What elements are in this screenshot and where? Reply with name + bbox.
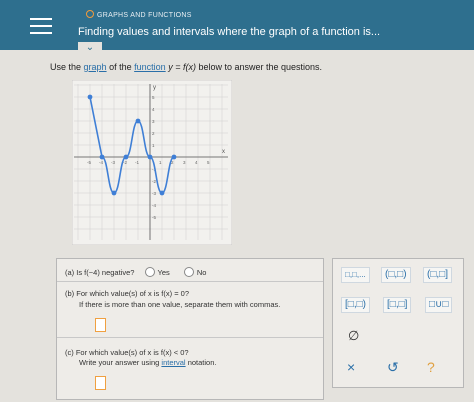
union-button[interactable]: □∪□ <box>425 297 453 313</box>
collapse-chevron-icon[interactable]: ⌄ <box>78 42 102 56</box>
curve-point <box>147 154 153 160</box>
curve-point <box>111 190 117 196</box>
interval-link[interactable]: interval <box>161 358 185 367</box>
menu-icon[interactable] <box>30 18 52 34</box>
part-a-text: Is f(−4) negative? <box>76 268 135 277</box>
open-interval-button[interactable]: (□,□) <box>381 267 411 283</box>
question-prefix: Use the <box>50 62 82 72</box>
y-axis-label: y <box>153 85 156 91</box>
x-axis-label: x <box>222 149 225 155</box>
topic-text: GRAPHS AND FUNCTIONS <box>97 12 192 19</box>
part-c-hint: Write your answer using interval notatio… <box>79 358 216 367</box>
x-tick-label: -4 <box>99 160 103 165</box>
part-c-answer-input[interactable] <box>95 376 106 390</box>
part-c-hint-prefix: Write your answer using <box>79 358 160 367</box>
part-c-question: (c) For which value(s) of x is f(x) < 0? <box>65 348 189 357</box>
page-title: Finding values and intervals where the g… <box>78 26 381 38</box>
part-b-row: (b) For which value(s) of x is f(x) = 0?… <box>57 282 323 338</box>
question-text: Use the graph of the function y = f(x) b… <box>50 62 322 72</box>
curve-point <box>87 94 93 100</box>
no-radio[interactable] <box>183 267 194 277</box>
part-a-question: (a) Is f(−4) negative? Yes No <box>65 267 206 277</box>
curve-point <box>135 118 141 124</box>
answer-panel: (a) Is f(−4) negative? Yes No (b) For wh… <box>56 258 324 400</box>
part-a-row: (a) Is f(−4) negative? Yes No <box>57 259 323 282</box>
curve-point <box>171 154 177 160</box>
help-icon[interactable]: ? <box>427 359 435 375</box>
half-open-left-button[interactable]: [□,□) <box>341 297 370 313</box>
curve-point <box>99 154 105 160</box>
question-suffix: below to answer the questions. <box>198 62 323 72</box>
status-dot-icon <box>86 10 94 18</box>
part-b-text: For which value(s) of x is f(x) = 0? <box>76 289 190 298</box>
yes-label: Yes <box>157 268 170 277</box>
yes-radio[interactable] <box>144 267 155 277</box>
part-a-label: (a) <box>65 268 75 277</box>
x-tick-label: -1 <box>135 160 139 165</box>
part-b-hint: If there is more than one value, separat… <box>79 300 281 309</box>
y-tick-label: -2 <box>152 179 156 184</box>
graph-link[interactable]: graph <box>84 62 107 72</box>
x-tick-label: -3 <box>111 160 115 165</box>
function-link[interactable]: function <box>134 62 166 72</box>
header-bar: GRAPHS AND FUNCTIONS Finding values and … <box>0 0 474 50</box>
part-c-label: (c) <box>65 348 74 357</box>
part-b-answer-input[interactable] <box>95 318 106 332</box>
empty-set-button[interactable]: ∅ <box>345 329 362 343</box>
y-tick-label: -3 <box>152 191 156 196</box>
no-option[interactable]: No <box>183 267 207 277</box>
list-tool-button[interactable]: □,□,... <box>341 267 370 283</box>
curve-point <box>159 190 165 196</box>
topic-label: GRAPHS AND FUNCTIONS <box>86 10 192 19</box>
curve-point <box>123 154 129 160</box>
undo-icon[interactable]: ↺ <box>387 359 399 376</box>
function-formula: y = f(x) <box>168 62 196 72</box>
yes-option[interactable]: Yes <box>144 267 170 277</box>
y-tick-label: -4 <box>152 203 156 208</box>
no-label: No <box>196 268 207 277</box>
function-graph: x y -5 -4 -3 -2 -1 1 2 3 4 554321-1-2-3-4-5 <box>72 80 232 245</box>
question-middle: of the <box>109 62 132 72</box>
part-b-label: (b) <box>65 289 75 298</box>
part-c-text: For which value(s) of x is f(x) < 0? <box>75 348 189 357</box>
part-b-question: (b) For which value(s) of x is f(x) = 0? <box>65 289 189 298</box>
part-c-row: (c) For which value(s) of x is f(x) < 0?… <box>57 338 323 398</box>
math-toolbar: □,□,... (□,□) (□,□] [□,□) [□,□] □∪□ ∅ × … <box>332 258 464 388</box>
closed-interval-button[interactable]: [□,□] <box>383 297 412 313</box>
y-tick-label: -5 <box>152 215 156 220</box>
clear-icon[interactable]: × <box>347 359 355 375</box>
x-tick-label: -5 <box>87 160 91 165</box>
part-c-hint-suffix: notation. <box>187 358 217 367</box>
half-open-right-button[interactable]: (□,□] <box>423 267 452 283</box>
